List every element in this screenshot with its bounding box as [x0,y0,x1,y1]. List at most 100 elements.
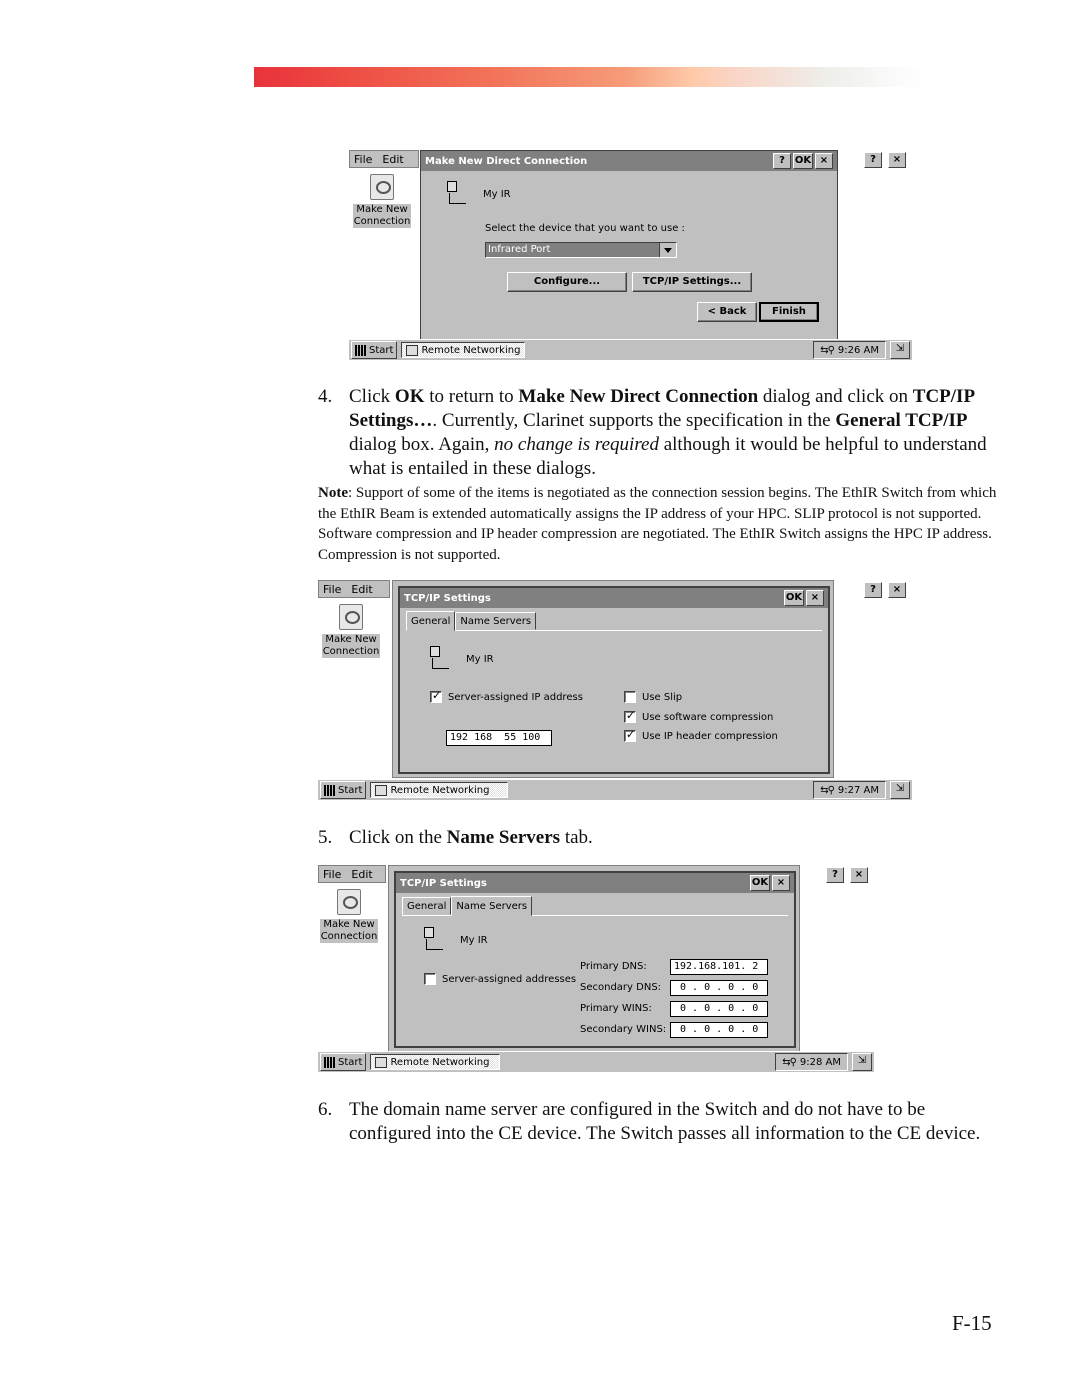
screenshot-make-new-direct-connection: File Edit Make New Connection ? × Make Ne… [349,150,912,360]
tab-general[interactable]: General [402,897,452,915]
menu-file[interactable]: File [354,153,372,166]
taskbar-item-remote-networking[interactable]: Remote Networking [370,782,509,798]
back-button[interactable]: < Back [697,302,757,322]
step-4: 4. Click OK to return to Make New Direct… [318,386,987,479]
primary-dns-label: Primary DNS: [580,961,647,972]
server-assigned-ip-checkbox[interactable]: Server-assigned IP address [430,689,583,703]
desktop-icon-make-new-connection[interactable]: Make New Connection [318,889,380,943]
direct-connection-icon [445,181,469,207]
connection-name: My IR [460,934,488,946]
close-button[interactable]: × [815,153,833,169]
step-5: 5. Click on the Name Servers tab. [318,827,593,848]
dialog-title-bar: TCP/IP Settings OK × [400,588,828,608]
outer-help-button[interactable]: ? [826,867,844,883]
ok-button[interactable]: OK [750,875,770,891]
configure-button[interactable]: Configure... [507,272,627,292]
start-button[interactable]: Start [320,1053,367,1071]
taskbar-item-remote-networking[interactable]: Remote Networking [370,1054,501,1070]
checkbox-checked[interactable] [624,728,636,742]
dialog-title: TCP/IP Settings [400,877,487,889]
primary-dns-field[interactable]: 192.168.101. 2 [670,959,768,975]
tcpip-settings-button[interactable]: TCP/IP Settings... [632,272,752,292]
screenshot-tcpip-general: File Edit Make New Connection ? × TCP/IP … [318,580,912,800]
close-button[interactable]: × [772,875,790,891]
windows-logo-icon [324,784,336,796]
tab-name-servers[interactable]: Name Servers [451,896,533,916]
outer-help-button[interactable]: ? [864,152,882,168]
show-desktop-button[interactable]: ⇲ [890,341,910,359]
show-desktop-button[interactable]: ⇲ [852,1053,872,1071]
screenshot-tcpip-name-servers: File Edit Make New Connection ? × TCP/IP … [318,865,874,1072]
menu-file[interactable]: File [323,583,341,596]
tab-strip: General Name Servers [406,610,822,631]
desktop-icon-make-new-connection[interactable]: Make New Connection [320,604,382,658]
start-button[interactable]: Start [320,781,367,799]
connection-icon [339,604,363,630]
checkbox-checked[interactable] [430,689,442,703]
outer-close-button[interactable]: × [888,152,906,168]
show-desktop-button[interactable]: ⇲ [890,781,910,799]
secondary-dns-label: Secondary DNS: [580,982,662,993]
desktop-icon-make-new-connection[interactable]: Make New Connection [351,174,413,228]
tab-name-servers[interactable]: Name Servers [455,612,537,630]
checkbox-unchecked[interactable] [424,973,436,985]
device-prompt-label: Select the device that you want to use : [485,223,685,234]
menu-edit[interactable]: Edit [382,153,403,166]
start-button[interactable]: Start [351,341,398,359]
ok-button[interactable]: OK [793,153,813,169]
close-button[interactable]: × [806,590,824,606]
tcpip-settings-dialog: TCP/IP Settings OK × General Name Server… [398,586,830,774]
outer-close-button[interactable]: × [888,582,906,598]
clock: 9:26 AM [837,344,879,356]
menu-bar: File Edit [318,580,390,598]
checkbox-unchecked[interactable] [624,691,636,703]
dialog-title: TCP/IP Settings [404,592,491,604]
secondary-wins-label: Secondary WINS: [580,1024,667,1035]
device-select[interactable]: Infrared Port [485,242,677,258]
outer-help-button[interactable]: ? [864,582,882,598]
system-tray: ⇆⚲ 9:26 AM [813,341,886,359]
system-tray: ⇆⚲ 9:28 AM [775,1053,848,1071]
use-ip-header-compression-checkbox[interactable]: Use IP header compression [624,728,778,742]
connection-icon [370,174,394,200]
help-button[interactable]: ? [773,153,791,169]
direct-connection-icon [422,927,446,953]
menu-bar: File Edit [349,150,419,168]
remote-networking-icon [406,344,419,356]
remote-networking-icon [375,784,388,796]
menu-file[interactable]: File [323,868,341,881]
connection-name: My IR [466,653,494,665]
primary-wins-label: Primary WINS: [580,1003,652,1014]
clock: 9:27 AM [837,784,879,796]
server-assigned-addresses-checkbox[interactable]: Server-assigned addresses [424,973,576,985]
checkbox-checked[interactable] [624,709,636,723]
tcpip-settings-dialog: TCP/IP Settings OK × General Name Server… [394,871,796,1048]
dialog-title-bar: Make New Direct Connection ? OK × [421,151,837,171]
tab-general[interactable]: General [406,611,456,631]
ip-address-field[interactable]: 192 168 55 100 [446,730,552,746]
tab-strip: General Name Servers [402,895,788,916]
finish-button[interactable]: Finish [759,302,819,322]
network-status-icon[interactable]: ⇆⚲ [820,785,835,796]
windows-logo-icon [324,1056,336,1068]
ok-button[interactable]: OK [784,590,804,606]
use-software-compression-checkbox[interactable]: Use software compression [624,709,773,723]
make-new-direct-connection-dialog: Make New Direct Connection ? OK × My IR … [420,150,838,340]
network-status-icon[interactable]: ⇆⚲ [782,1057,797,1068]
primary-wins-field[interactable]: 0 . 0 . 0 . 0 [670,1001,768,1017]
remote-networking-icon [375,1056,388,1068]
menu-bar: File Edit [318,865,386,883]
network-status-icon[interactable]: ⇆⚲ [820,345,835,356]
taskbar-item-remote-networking[interactable]: Remote Networking [401,342,526,358]
chevron-down-icon[interactable] [659,243,676,257]
menu-edit[interactable]: Edit [351,583,372,596]
system-tray: ⇆⚲ 9:27 AM [813,781,886,799]
secondary-wins-field[interactable]: 0 . 0 . 0 . 0 [670,1022,768,1038]
menu-edit[interactable]: Edit [351,868,372,881]
windows-logo-icon [355,344,367,356]
secondary-dns-field[interactable]: 0 . 0 . 0 . 0 [670,980,768,996]
outer-close-button[interactable]: × [850,867,868,883]
use-slip-checkbox[interactable]: Use Slip [624,691,682,703]
taskbar: Start Remote Networking ⇆⚲ 9:28 AM ⇲ [318,1051,874,1072]
header-gradient-banner [254,67,926,87]
